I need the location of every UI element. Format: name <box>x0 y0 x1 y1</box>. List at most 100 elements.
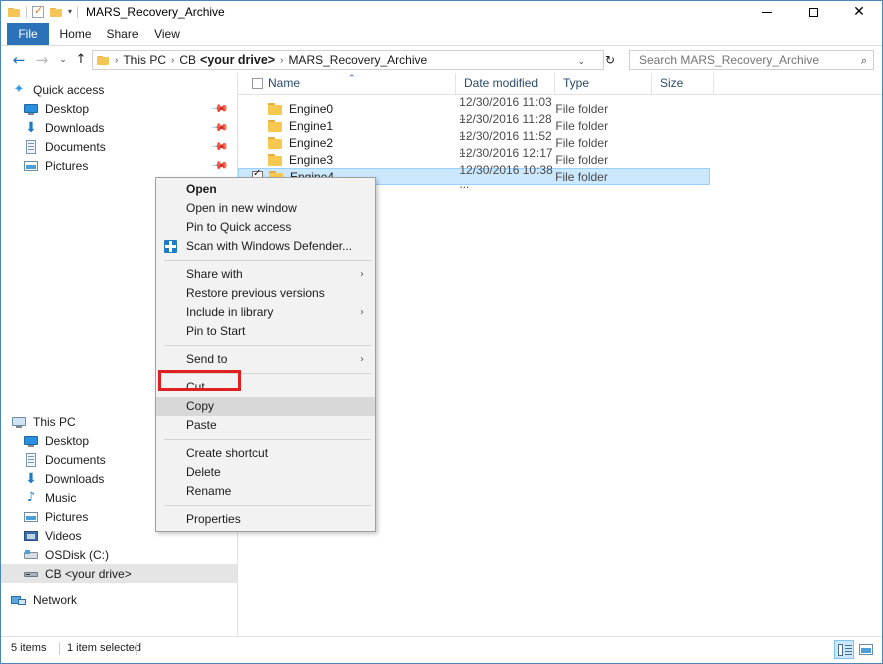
sidebar-item-label: OSDisk (C:) <box>45 548 237 562</box>
status-bar: 5 items 1 item selected <box>1 636 882 662</box>
view-toggle-group <box>834 640 876 659</box>
menu-item-pin-to-start[interactable]: Pin to Start <box>156 322 375 341</box>
close-button[interactable]: ✕ <box>836 1 882 23</box>
pin-icon[interactable]: 📌 <box>211 118 230 137</box>
up-button[interactable]: ↑ <box>71 50 91 70</box>
maximize-button[interactable] <box>790 1 836 23</box>
explorer-app-icon <box>8 7 21 18</box>
chevron-down-icon[interactable]: ▾ <box>68 1 72 23</box>
folder-icon <box>268 102 284 116</box>
menu-separator <box>164 373 371 374</box>
menu-item-share-with[interactable]: Share with › <box>156 265 375 284</box>
monitor-icon <box>23 101 39 117</box>
chevron-right-icon: › <box>360 350 364 369</box>
window-controls: ✕ <box>744 1 882 23</box>
sidebar-item-label: Documents <box>45 140 213 154</box>
sidebar-item-pictures-quick[interactable]: Pictures 📌 <box>1 156 237 175</box>
title-bar: ▾ MARS_Recovery_Archive ✕ <box>1 1 882 23</box>
breadcrumb-item-cb[interactable]: CB <box>179 53 196 67</box>
column-header-type[interactable]: Type <box>555 73 652 94</box>
column-header-spacer <box>714 73 882 94</box>
menu-item-send-to[interactable]: Send to › <box>156 350 375 369</box>
menu-item-open[interactable]: Open <box>156 180 375 199</box>
search-icon[interactable]: ⌕ <box>861 54 867 68</box>
sidebar-item-desktop-quick[interactable]: Desktop 📌 <box>1 99 237 118</box>
column-header-name[interactable]: Name <box>238 73 456 94</box>
properties-icon[interactable] <box>32 6 44 18</box>
context-menu[interactable]: Open Open in new window Pin to Quick acc… <box>155 177 376 532</box>
column-header-date-modified[interactable]: Date modified <box>456 73 555 94</box>
cell-name: Engine1 <box>289 119 459 133</box>
cell-name: Engine3 <box>289 153 459 167</box>
menu-item-rename[interactable]: Rename <box>156 482 375 501</box>
chevron-right-icon: › <box>360 265 364 284</box>
status-item-count: 5 items <box>11 642 46 654</box>
breadcrumb-dropdown-chevron-down-icon[interactable]: ⌄ <box>577 56 585 67</box>
search-input[interactable] <box>637 52 856 68</box>
sidebar-item-downloads-quick[interactable]: ⬇ Downloads 📌 <box>1 118 237 137</box>
chevron-right-icon: › <box>360 303 364 322</box>
menu-item-paste[interactable]: Paste <box>156 416 375 435</box>
menu-item-scan-with-windows-defender[interactable]: Scan with Windows Defender... <box>156 237 375 256</box>
explorer-window: ▾ MARS_Recovery_Archive ✕ File Home Shar… <box>0 0 883 664</box>
menu-item-create-shortcut[interactable]: Create shortcut <box>156 444 375 463</box>
pin-icon[interactable]: 📌 <box>211 156 230 175</box>
new-folder-icon[interactable] <box>50 7 63 18</box>
tab-share[interactable]: Share <box>100 23 145 45</box>
video-icon <box>23 528 39 544</box>
cell-type: File folder <box>555 170 649 184</box>
minimize-button[interactable] <box>744 1 790 23</box>
menu-item-open-in-new-window[interactable]: Open in new window <box>156 199 375 218</box>
sidebar-item-label: Downloads <box>45 121 213 135</box>
qat-divider-2 <box>77 7 78 18</box>
sidebar-item-network[interactable]: Network <box>1 590 237 609</box>
menu-item-delete[interactable]: Delete <box>156 463 375 482</box>
quick-access-toolbar: ▾ <box>1 1 78 23</box>
computer-icon <box>11 414 27 430</box>
menu-item-label: Send to <box>186 352 227 366</box>
cell-type: File folder <box>555 119 649 133</box>
tab-file[interactable]: File <box>7 23 49 45</box>
sidebar-item-quick-access[interactable]: ✦ Quick access <box>1 80 237 99</box>
download-icon: ⬇ <box>23 471 39 487</box>
menu-item-pin-to-quick-access[interactable]: Pin to Quick access <box>156 218 375 237</box>
tab-view[interactable]: View <box>147 23 187 45</box>
breadcrumb-item-your-drive[interactable]: <your drive> <box>200 53 275 67</box>
cell-type: File folder <box>555 136 649 150</box>
column-headers: Name ⌃ Date modified Type Size <box>238 73 882 95</box>
breadcrumb[interactable]: › This PC › CB <your drive> › MARS_Recov… <box>92 50 604 70</box>
download-icon: ⬇ <box>23 120 39 136</box>
ribbon-tab-bar: File Home Share View ⌄ ? <box>1 23 882 46</box>
cell-type: File folder <box>555 153 649 167</box>
breadcrumb-item-mars-recovery-archive[interactable]: MARS_Recovery_Archive <box>288 53 427 67</box>
menu-item-properties[interactable]: Properties <box>156 510 375 529</box>
back-button[interactable]: ← <box>9 50 29 70</box>
large-icons-view-button[interactable] <box>856 640 876 659</box>
sidebar-item-osdisk[interactable]: OSDisk (C:) <box>1 545 237 564</box>
refresh-icon[interactable]: ↻ <box>605 53 615 67</box>
star-icon: ✦ <box>11 82 27 98</box>
tab-home[interactable]: Home <box>53 23 98 45</box>
sidebar-item-label: Pictures <box>45 159 213 173</box>
folder-icon <box>268 136 284 150</box>
breadcrumb-item-this-pc[interactable]: This PC <box>123 53 166 67</box>
menu-item-include-in-library[interactable]: Include in library › <box>156 303 375 322</box>
details-view-button[interactable] <box>834 640 854 659</box>
menu-item-copy[interactable]: Copy <box>156 397 375 416</box>
status-selection-info: 1 item selected <box>67 642 141 654</box>
breadcrumb-separator-0: › <box>115 55 118 66</box>
forward-button[interactable]: → <box>32 50 52 70</box>
pin-icon[interactable]: 📌 <box>211 99 230 118</box>
recent-locations-chevron-down-icon[interactable]: ⌄ <box>53 50 73 70</box>
monitor-icon <box>23 433 39 449</box>
sidebar-item-your-drive[interactable]: CB <your drive> <box>1 564 237 583</box>
menu-item-restore-previous-versions[interactable]: Restore previous versions <box>156 284 375 303</box>
column-header-size[interactable]: Size <box>652 73 714 94</box>
sidebar-item-documents-quick[interactable]: Documents 📌 <box>1 137 237 156</box>
menu-separator <box>164 345 371 346</box>
breadcrumb-separator-2: › <box>280 55 283 66</box>
search-box[interactable]: ⌕ <box>629 50 874 70</box>
menu-item-cut[interactable]: Cut <box>156 378 375 397</box>
pin-icon[interactable]: 📌 <box>211 137 230 156</box>
content-area: ✦ Quick access Desktop 📌 ⬇ Downloads 📌 D… <box>1 73 882 636</box>
